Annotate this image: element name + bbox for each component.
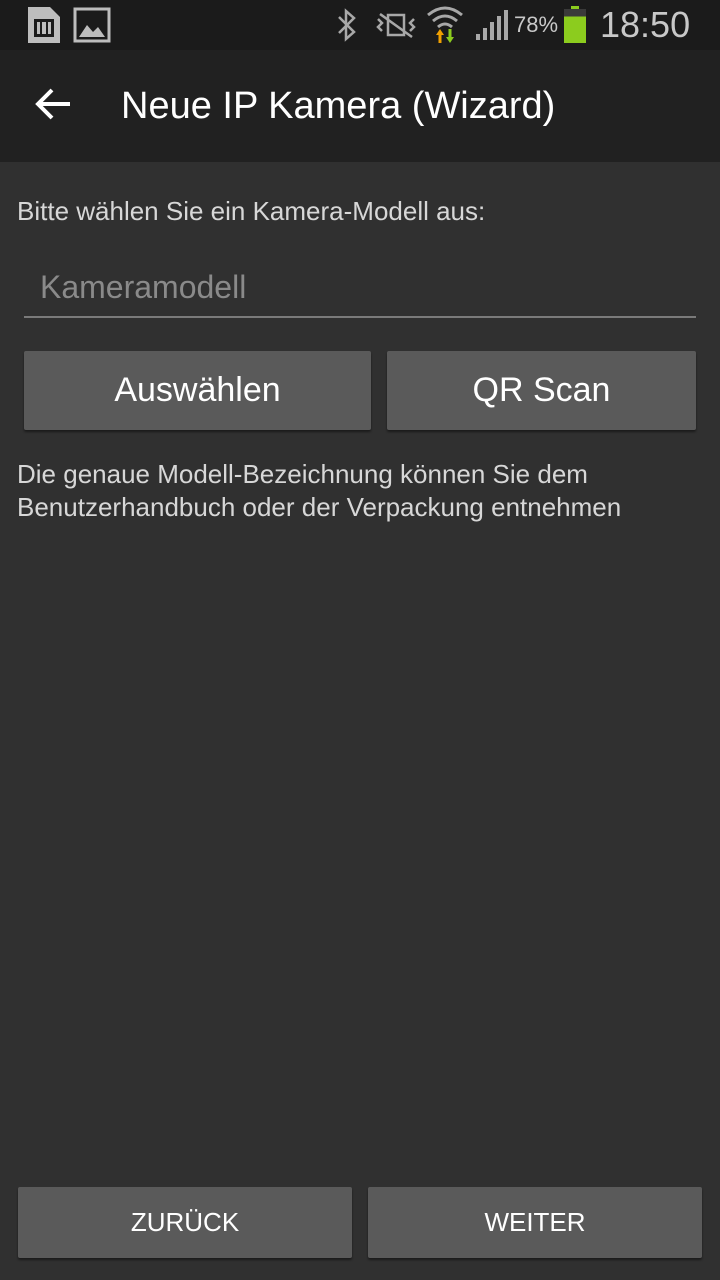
battery-percent: 78% — [514, 12, 559, 37]
page-title: Neue IP Kamera (Wizard) — [121, 85, 556, 127]
back-button[interactable] — [22, 74, 86, 138]
back-step-button[interactable]: ZURÜCK — [18, 1187, 352, 1258]
wifi-icon — [426, 0, 464, 50]
arrow-back-icon — [34, 86, 74, 127]
signal-icon — [474, 0, 510, 50]
camera-model-input[interactable] — [24, 258, 696, 318]
model-prompt: Bitte wählen Sie ein Kamera-Modell aus: — [17, 196, 486, 226]
bluetooth-icon — [336, 0, 358, 50]
status-bar: 78% 18:50 — [0, 0, 720, 50]
sim-card-icon — [26, 0, 62, 50]
clock: 18:50 — [600, 4, 691, 45]
select-model-button[interactable]: Auswählen — [24, 351, 371, 430]
action-bar: Neue IP Kamera (Wizard) — [0, 50, 720, 162]
next-step-button[interactable]: WEITER — [368, 1187, 702, 1258]
gallery-icon — [73, 0, 111, 50]
model-hint: Die genaue Modell-Bezeichnung können Sie… — [17, 459, 622, 522]
qr-scan-button[interactable]: QR Scan — [387, 351, 696, 430]
screen: 78% 18:50 Neue IP Kamera (Wizard) Bitte … — [0, 0, 720, 1280]
vibrate-icon — [376, 0, 416, 50]
battery-icon — [563, 0, 587, 50]
